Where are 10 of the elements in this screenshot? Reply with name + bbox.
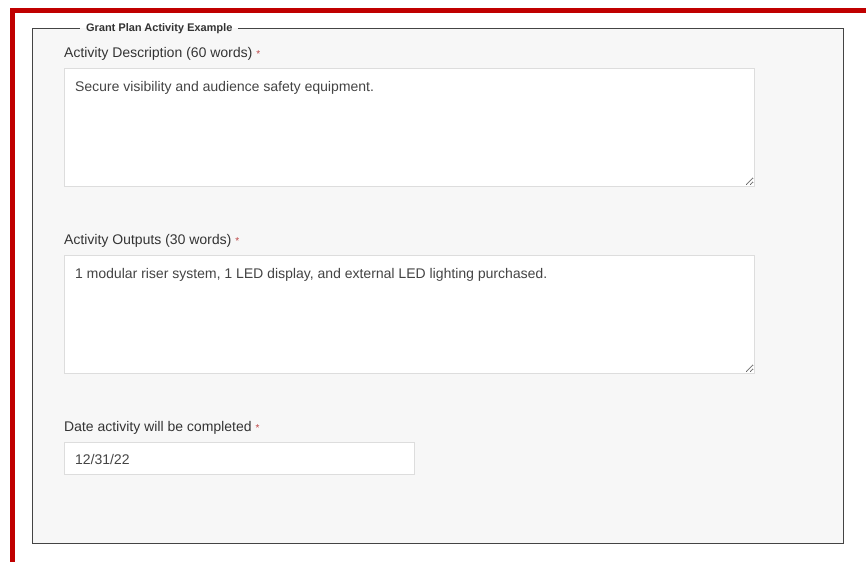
text-area[interactable]: Secure visibility and audience safety equipment. <box>64 68 755 187</box>
field-label: Date activity will be completed <box>64 418 252 434</box>
required-mark: * <box>256 423 260 434</box>
field-label: Activity Outputs (30 words) <box>64 231 232 247</box>
required-mark: * <box>235 236 240 247</box>
required-mark: * <box>256 49 260 60</box>
group-legend: Grant Plan Activity Example <box>80 22 238 34</box>
date-field[interactable]: 12/31/22 <box>64 442 415 475</box>
field-label: Activity Description (60 words) <box>64 44 252 60</box>
text-area[interactable]: 1 modular riser system, 1 LED display, and external LED lighting purchased. <box>64 255 755 374</box>
